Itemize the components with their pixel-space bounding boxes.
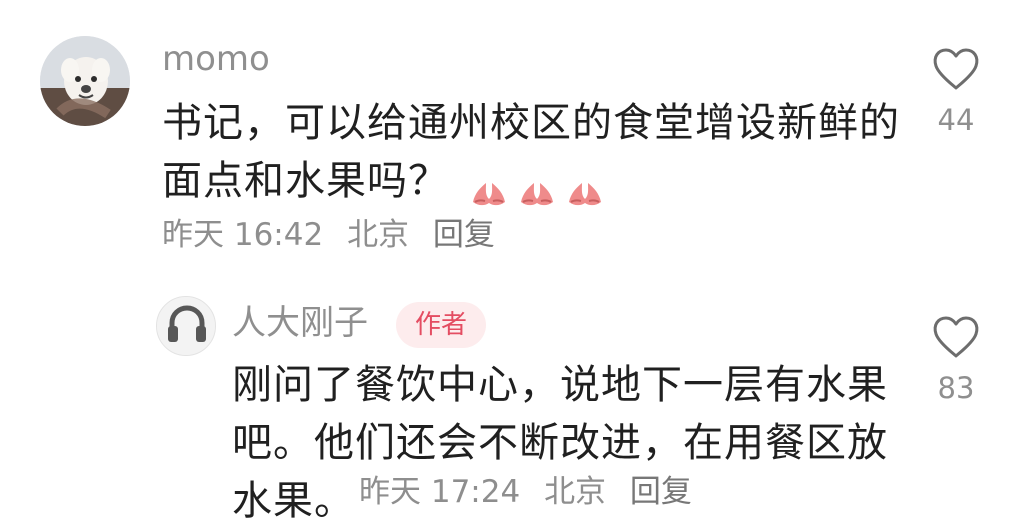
comment-line-2: 面点和水果吗？ [162, 152, 902, 210]
like-count: 44 [937, 103, 975, 137]
reply-meta: 昨天 17:24 北京 回复 [359, 477, 706, 508]
user-avatar[interactable] [40, 36, 130, 126]
comment-username[interactable]: momo [162, 42, 270, 76]
comment-time: 昨天 16:42 [162, 217, 324, 253]
emoji-group [469, 167, 605, 206]
reply-username[interactable]: 人大刚子 [232, 306, 368, 340]
headphones-avatar-icon [157, 297, 215, 355]
reply-like-control[interactable]: 83 [926, 314, 986, 403]
reply-line-2: 吧。他们还会不断改进，在用餐区放 [232, 420, 888, 466]
praying-hands-icon [517, 167, 557, 206]
like-control[interactable]: 44 [926, 46, 986, 135]
author-avatar[interactable] [156, 296, 216, 356]
comment-line-2-text: 面点和水果吗？ [162, 158, 449, 204]
heart-icon[interactable] [926, 314, 986, 360]
reply-reply-button[interactable]: 回复 [630, 474, 692, 510]
reply-like-count: 83 [937, 371, 975, 405]
heart-icon[interactable] [926, 46, 986, 92]
praying-hands-icon [469, 167, 509, 206]
comment-meta: 昨天 16:42 北京 回复 [162, 220, 509, 251]
reply-location: 北京 [544, 474, 607, 510]
praying-hands-icon [565, 167, 605, 206]
reply-time: 昨天 17:24 [359, 474, 521, 510]
reply-line-1: 刚问了餐饮中心，说地下一层有水果 [232, 362, 888, 408]
comment-line-1: 书记，可以给通州校区的食堂增设新鲜的 [162, 100, 900, 146]
comment-body: 书记，可以给通州校区的食堂增设新鲜的 面点和水果吗？ [162, 94, 902, 210]
dog-avatar-icon [40, 36, 130, 126]
reply-button[interactable]: 回复 [433, 217, 495, 253]
author-badge: 作者 [396, 302, 486, 348]
comment-location: 北京 [347, 217, 410, 253]
